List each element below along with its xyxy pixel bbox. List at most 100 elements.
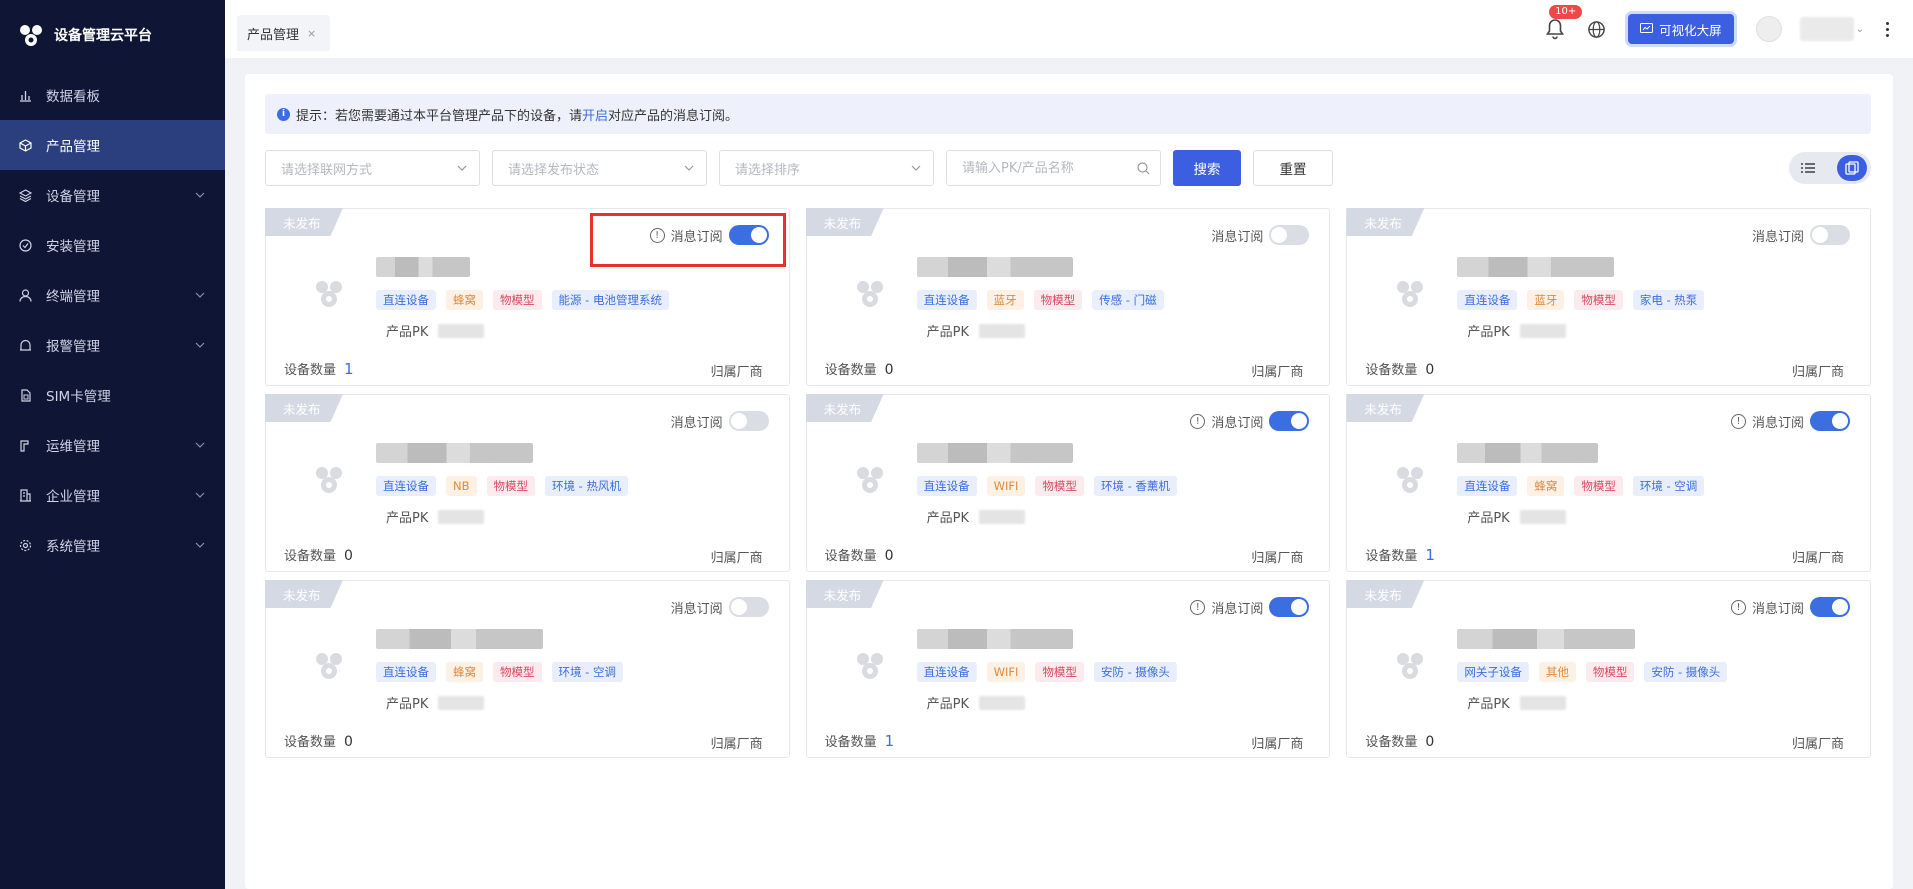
product-card[interactable]: 未发布 消息订阅 直连设备 蓝牙 物模型 家电 - 热泵 产品PK 设备数量 0 归属厂商 <box>1346 208 1871 386</box>
subscribe-toggle[interactable] <box>1269 225 1310 245</box>
sidebar-menu: 数据看板 产品管理 设备管理 安装管理 终端管理 报警管理 SIM卡管理 运维管理企业管理系统… <box>0 70 225 570</box>
product-card[interactable]: 未发布! 消息订阅 直连设备 蜂窝 物模型 环境 - 空调 产品PK 设备数量 1 归属厂商 <box>1346 394 1871 572</box>
search-input[interactable] <box>962 160 1132 176</box>
subscribe-label: 消息订阅 <box>670 415 723 431</box>
device-count-value: 0 <box>884 362 894 378</box>
alert-circle-icon[interactable]: ! <box>1190 599 1206 615</box>
sidebar-item-5[interactable]: 报警管理 <box>0 320 225 370</box>
tag: 直连设备 <box>376 290 436 310</box>
product-pk: 产品PK <box>386 507 485 526</box>
pk-value-blurred <box>1519 509 1566 524</box>
sidebar-item-0[interactable]: 数据看板 <box>0 70 225 120</box>
tag-list: 直连设备 WIFI 物模型 环境 - 香薰机 <box>916 476 1177 496</box>
alert-circle-icon[interactable]: ! <box>1730 413 1746 429</box>
subscribe-toggle[interactable] <box>1810 411 1850 431</box>
product-card[interactable]: 未发布! 消息订阅 网关子设备 其他 物模型 安防 - 摄像头 产品PK 设备数量 0 归属厂商 <box>1346 580 1871 758</box>
tag-list: 直连设备 蜂窝 物模型 环境 - 空调 <box>376 662 623 682</box>
alert-circle-icon[interactable]: ! <box>1190 413 1206 429</box>
tag-list: 直连设备 NB 物模型 环境 - 热风机 <box>376 476 628 496</box>
subscribe-toggle[interactable] <box>1269 411 1310 431</box>
subscription-control: 消息订阅 <box>1211 225 1310 245</box>
product-pk: 产品PK <box>927 321 1026 340</box>
tab-product-management[interactable]: 产品管理 × <box>237 15 331 51</box>
tag: 物模型 <box>1574 476 1623 496</box>
product-name-blurred <box>1457 443 1599 463</box>
pk-value-blurred <box>438 695 485 710</box>
globe-icon[interactable] <box>1587 20 1606 39</box>
tag: 直连设备 <box>376 662 436 682</box>
sidebar-item-1[interactable]: 产品管理 <box>0 120 225 170</box>
tab-close-icon[interactable]: × <box>307 27 316 40</box>
device-count: 设备数量 1 <box>284 359 354 378</box>
sidebar-item-8[interactable]: 企业管理 <box>0 470 225 520</box>
user-menu[interactable]: ⌄ <box>1755 16 1864 42</box>
device-count-value: 0 <box>1425 362 1435 378</box>
product-card[interactable]: 未发布! 消息订阅 直连设备 WIFI 物模型 环境 - 香薰机 产品PK 设备数量 0 归属厂商 <box>805 394 1331 572</box>
device-count-value[interactable]: 1 <box>885 732 895 750</box>
card-view-button[interactable] <box>1837 155 1867 181</box>
tag: 直连设备 <box>376 476 436 496</box>
topbar: 产品管理 × 10+ 可视化大屏 ⌄ <box>225 0 1913 58</box>
subscribe-toggle[interactable] <box>728 597 769 617</box>
status-select-placeholder: 请选择发布状态 <box>508 162 600 178</box>
list-view-button[interactable] <box>1793 155 1823 181</box>
sidebar-item-6[interactable]: SIM卡管理 <box>0 370 225 420</box>
sidebar-item-label: 企业管理 <box>46 489 100 505</box>
product-card[interactable]: 未发布 消息订阅 直连设备 蓝牙 物模型 传感 - 门磁 产品PK 设备数量 0 归属厂商 <box>805 208 1331 386</box>
product-card[interactable]: 未发布 消息订阅 直连设备 蜂窝 物模型 环境 - 空调 产品PK 设备数量 0 归属厂商 <box>265 580 790 758</box>
subscribe-toggle[interactable] <box>1269 597 1310 617</box>
chevron-down-icon <box>195 192 205 198</box>
reset-button[interactable]: 重置 <box>1253 150 1333 186</box>
status-select[interactable]: 请选择发布状态 <box>492 150 707 186</box>
subscribe-toggle[interactable] <box>728 411 769 431</box>
device-count: 设备数量 0 <box>1365 731 1434 750</box>
sidebar-item-2[interactable]: 设备管理 <box>0 170 225 220</box>
product-pk: 产品PK <box>1467 507 1566 526</box>
product-name-blurred <box>916 257 1074 277</box>
tag: 环境 - 热风机 <box>545 476 628 496</box>
notice-enable-link[interactable]: 开启 <box>582 105 608 124</box>
sidebar-item-4[interactable]: 终端管理 <box>0 270 225 320</box>
device-count: 设备数量 0 <box>284 731 353 750</box>
notice-prefix: 提示：若您需要通过本平台管理产品下的设备，请 <box>296 108 583 124</box>
device-count-value[interactable]: 1 <box>344 360 354 378</box>
device-count: 设备数量 1 <box>825 731 895 750</box>
chevron-down-icon <box>457 165 467 171</box>
visual-screen-button[interactable]: 可视化大屏 <box>1628 14 1734 44</box>
pk-label: 产品PK <box>926 511 970 526</box>
vendor-label: 归属厂商 <box>1251 737 1304 752</box>
device-count-value[interactable]: 1 <box>1425 546 1435 564</box>
product-name-blurred <box>916 629 1074 649</box>
network-select[interactable]: 请选择联网方式 <box>265 150 480 186</box>
subscribe-toggle[interactable] <box>1810 225 1850 245</box>
pk-value-blurred <box>979 323 1026 338</box>
tag: 物模型 <box>1585 662 1635 682</box>
notification-badge: 10+ <box>1549 5 1583 19</box>
tag-list: 直连设备 蜂窝 物模型 环境 - 空调 <box>1457 476 1705 496</box>
tag-list: 直连设备 WIFI 物模型 安防 - 摄像头 <box>916 662 1177 682</box>
tag: 蜂窝 <box>446 290 483 310</box>
alert-circle-icon[interactable]: ! <box>1730 599 1746 615</box>
pk-label: 产品PK <box>1467 697 1510 712</box>
bar-chart-icon <box>18 88 32 102</box>
product-icon <box>853 649 887 683</box>
search-button[interactable]: 搜索 <box>1173 150 1241 186</box>
brand[interactable]: 设备管理云平台 <box>0 0 225 70</box>
notification-bell[interactable]: 10+ <box>1545 5 1583 40</box>
product-card[interactable]: 未发布 消息订阅 直连设备 NB 物模型 环境 - 热风机 产品PK 设备数量 0 归属厂商 <box>265 394 790 572</box>
more-menu-icon[interactable] <box>1886 21 1889 37</box>
search-icon[interactable] <box>1137 161 1150 175</box>
subscription-control: 消息订阅 <box>671 411 769 431</box>
tab-label: 产品管理 <box>247 27 300 43</box>
sort-select[interactable]: 请选择排序 <box>719 150 934 186</box>
sidebar-item-7[interactable]: 运维管理 <box>0 420 225 470</box>
sidebar-item-3[interactable]: 安装管理 <box>0 220 225 270</box>
subscribe-toggle[interactable] <box>1810 597 1850 617</box>
chevron-down-icon <box>195 292 205 298</box>
logo-icon <box>20 25 42 46</box>
vendor-label: 归属厂商 <box>1251 551 1304 566</box>
product-card[interactable]: 未发布! 消息订阅 直连设备 WIFI 物模型 安防 - 摄像头 产品PK 设备数量 1 归属厂商 <box>805 580 1331 758</box>
tag: 物模型 <box>1035 662 1084 682</box>
app-root: 设备管理云平台 数据看板 产品管理 设备管理 安装管理 终端管理 报警管理 SIM卡管理 运维… <box>0 0 1913 889</box>
sidebar-item-9[interactable]: 系统管理 <box>0 520 225 570</box>
